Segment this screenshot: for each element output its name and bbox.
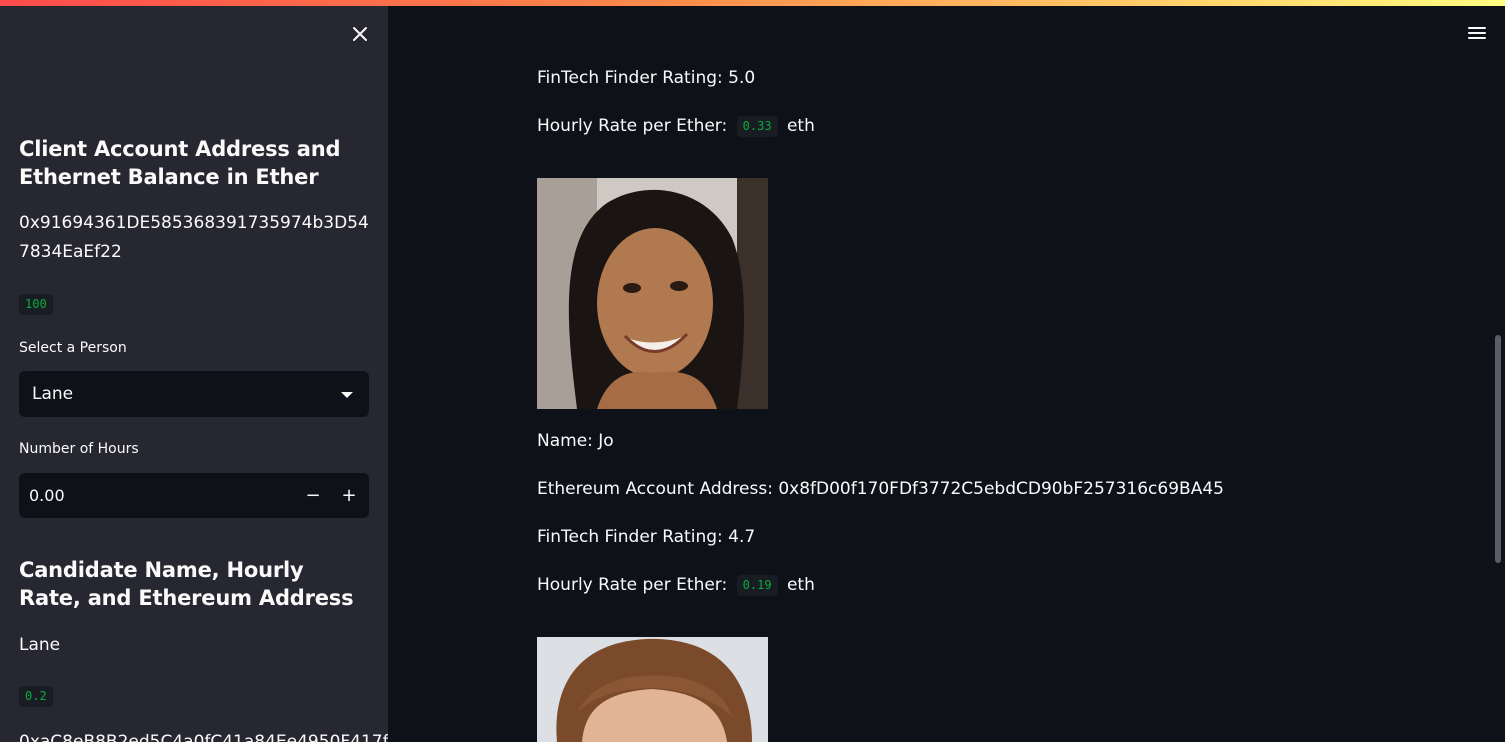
hours-number-input: − + [19,473,369,518]
increment-button[interactable]: + [331,473,367,518]
main-content: FinTech Finder Rating: 5.0 Hourly Rate p… [388,0,1505,742]
hours-input[interactable] [19,473,289,518]
select-person-dropdown[interactable]: Lane [19,371,369,417]
scrollbar[interactable] [1495,335,1501,563]
close-sidebar-button[interactable] [348,22,372,46]
candidate3-photo [537,637,768,742]
decrement-button[interactable]: − [295,473,331,518]
candidate2-rate: 0.19 [736,575,778,596]
candidate1-rate: 0.33 [736,116,778,137]
hamburger-menu-icon [1468,27,1486,39]
candidate1-rating: FinTech Finder Rating: 5.0 [537,68,756,88]
sidebar: Client Account Address and Ethernet Bala… [0,0,388,742]
candidate-address: 0xaC8eB8B2ed5C4a0fC41a84Ee4950F417f670 [19,732,388,742]
rate-unit: eth [786,116,815,136]
client-account-heading: Client Account Address and Ethernet Bala… [19,137,341,189]
hours-label: Number of Hours [19,441,139,457]
client-account-address: 0x91694361DE585368391735974b3D547834EaEf… [19,213,369,262]
close-icon [353,27,367,41]
chevron-down-icon [341,392,353,398]
main-menu-button[interactable] [1466,22,1488,44]
app-header-decoration [0,0,1505,6]
candidate2-name: Name: Jo [537,431,614,451]
select-person-value: Lane [32,384,74,404]
candidate-rate-badge: 0.2 [19,685,53,707]
candidate2-rating: FinTech Finder Rating: 4.7 [537,527,756,547]
candidate-rate: 0.2 [19,686,53,707]
candidate2-photo [537,178,768,409]
candidate2-rate-line: Hourly Rate per Ether: 0.19 eth [537,573,815,597]
rate-label: Hourly Rate per Ether: [537,116,728,136]
balance-value: 100 [19,294,53,315]
candidate-heading: Candidate Name, Hourly Rate, and Ethereu… [19,558,354,610]
select-person-label: Select a Person [19,340,127,356]
rate-unit: eth [786,575,815,595]
candidate1-rate-line: Hourly Rate per Ether: 0.33 eth [537,114,815,138]
balance-badge: 100 [19,293,53,315]
rate-label: Hourly Rate per Ether: [537,575,728,595]
candidate2-address: Ethereum Account Address: 0x8fD00f170FDf… [537,479,1224,499]
candidate-name: Lane [19,635,61,655]
